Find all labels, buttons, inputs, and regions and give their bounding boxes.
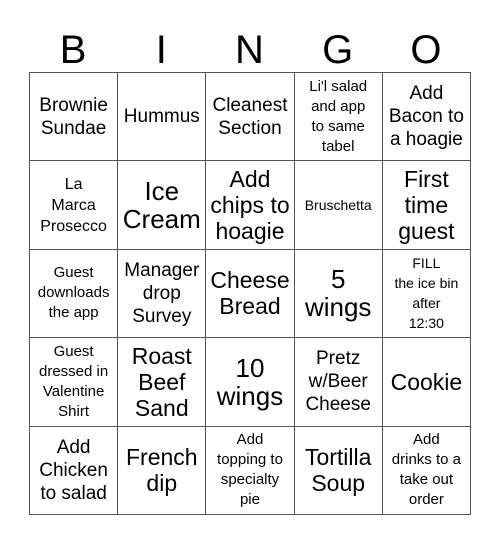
cell-label: Cleanest Section (212, 94, 288, 139)
cell-label: FILL the ice bin after 12:30 (394, 255, 459, 332)
bingo-cell[interactable]: 10 wings (206, 338, 295, 427)
cell-label: Li'l salad and app to same tabel (309, 77, 368, 155)
bingo-cell[interactable]: La Marca Prosecco (30, 161, 119, 250)
bingo-cell[interactable]: Add Bacon to a hoagie (382, 73, 471, 162)
cell-label: French dip (125, 444, 198, 497)
header-letter-g: G (322, 28, 354, 72)
bingo-cell[interactable]: Cleanest Section (206, 73, 295, 162)
bingo-cell[interactable]: Add drinks to a take out order (382, 426, 471, 515)
header-letter-n: N (235, 28, 264, 72)
cell-label: Add Bacon to a hoagie (388, 83, 464, 151)
bingo-cell[interactable]: French dip (118, 426, 207, 515)
cell-label: Guest dressed in Valentine Shirt (38, 342, 109, 420)
bingo-header: B I N G O (29, 28, 470, 72)
bingo-cell[interactable]: Brownie Sundae (30, 73, 119, 162)
cell-label: Brownie Sundae (39, 94, 108, 139)
bingo-cell[interactable]: First time guest (382, 161, 471, 250)
bingo-cell[interactable]: 5 wings (294, 249, 383, 339)
cell-label: Tortilla Soup (304, 444, 372, 497)
cell-label: Pretz w/Beer Cheese (305, 348, 371, 416)
cell-label: 10 wings (216, 352, 284, 411)
bingo-cell[interactable]: Hummus (118, 73, 207, 162)
header-letter-i: I (155, 28, 167, 72)
cell-label: Cookie (390, 368, 463, 395)
bingo-cell[interactable]: Pretz w/Beer Cheese (294, 338, 383, 427)
bingo-cell[interactable]: Cheese Bread (206, 249, 295, 339)
bingo-cell[interactable]: Tortilla Soup (294, 426, 383, 515)
bingo-cell[interactable]: Add topping to specialty pie (206, 426, 295, 515)
bingo-cell[interactable]: Li'l salad and app to same tabel (294, 73, 383, 162)
cell-label: Ice Cream (122, 176, 201, 235)
bingo-cell[interactable]: Manager drop Survey (118, 249, 207, 339)
cell-label: First time guest (398, 166, 455, 245)
bingo-cell[interactable]: Guest dressed in Valentine Shirt (30, 338, 119, 427)
cell-label: Roast Beef Sand (131, 342, 192, 421)
cell-label: La Marca Prosecco (40, 175, 107, 235)
bingo-cell[interactable]: Add Chicken to salad (30, 426, 119, 515)
bingo-cell[interactable]: Ice Cream (118, 161, 207, 250)
cell-label: Bruschetta (304, 197, 372, 214)
bingo-cell[interactable]: Add chips to hoagie (206, 161, 295, 250)
cell-label: Add drinks to a take out order (391, 431, 461, 509)
bingo-cell[interactable]: Guest downloads the app (30, 249, 119, 339)
cell-label: Add Chicken to salad (39, 436, 108, 504)
bingo-cell[interactable]: Roast Beef Sand (118, 338, 207, 427)
cell-label: Manager drop Survey (124, 259, 200, 327)
cell-label: Hummus (123, 106, 200, 128)
cell-label: Cheese Bread (210, 267, 290, 320)
cell-label: 5 wings (304, 264, 372, 323)
cell-label: Add chips to hoagie (210, 166, 290, 245)
bingo-cell[interactable]: Cookie (382, 338, 471, 427)
bingo-cell[interactable]: FILL the ice bin after 12:30 (382, 249, 471, 339)
header-letter-o: O (410, 28, 442, 72)
header-letter-b: B (59, 28, 87, 72)
bingo-cell[interactable]: Bruschetta (294, 161, 383, 250)
cell-label: Guest downloads the app (37, 264, 110, 322)
bingo-board: Brownie Sundae Hummus Cleanest Section L… (29, 72, 471, 515)
cell-label: Add topping to specialty pie (217, 431, 283, 509)
